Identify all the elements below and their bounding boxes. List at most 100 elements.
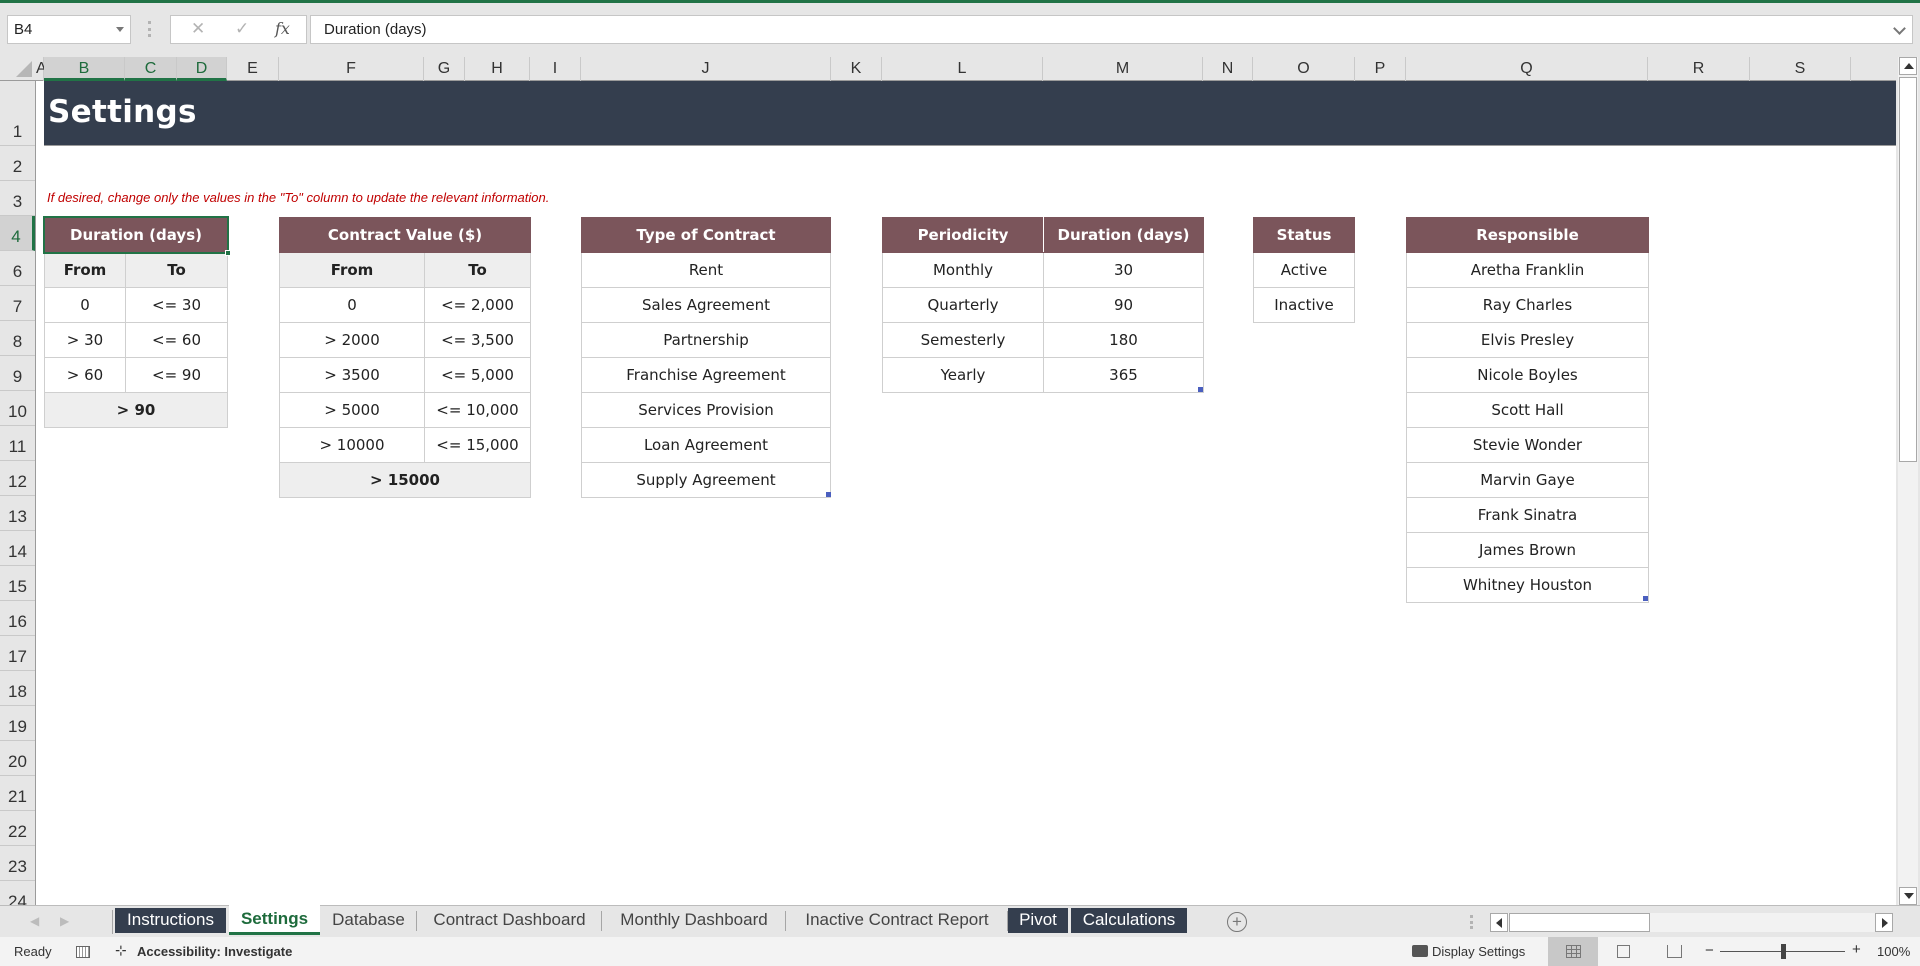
column-header-c[interactable]: C [125, 57, 177, 81]
formula-input[interactable]: Duration (days) [310, 15, 1913, 44]
contract-value-header[interactable]: Contract Value ($) [279, 217, 531, 253]
contract-type-row-cell[interactable]: Franchise Agreement [581, 357, 831, 393]
row-header-6[interactable]: 6 [0, 251, 35, 286]
vertical-scrollbar[interactable] [1898, 57, 1918, 905]
status-row-cell[interactable]: Inactive [1253, 287, 1355, 323]
display-settings-button[interactable]: Display Settings [1432, 944, 1525, 959]
tab-inactive-contract-report[interactable]: Inactive Contract Report [786, 906, 1008, 935]
column-header-j[interactable]: J [581, 57, 831, 81]
contract-value-row-from[interactable]: > 5000 [279, 392, 425, 428]
scroll-up-button[interactable] [1899, 57, 1917, 75]
column-header-k[interactable]: K [831, 57, 882, 81]
horizontal-scroll-thumb[interactable] [1509, 913, 1650, 932]
duration-to-label[interactable]: To [124, 252, 229, 288]
periodicity-row-name[interactable]: Semesterly [882, 322, 1044, 358]
tab-split-handle[interactable] [1470, 915, 1473, 929]
column-header-a[interactable]: A [36, 57, 47, 81]
column-header-l[interactable]: L [882, 57, 1043, 81]
display-settings-icon[interactable] [1412, 945, 1428, 957]
column-header-q[interactable]: Q [1406, 57, 1648, 81]
contract-value-row-from[interactable]: > 10000 [279, 427, 425, 463]
macro-recording-icon[interactable] [76, 946, 90, 958]
table-resize-handle[interactable] [1643, 596, 1648, 601]
vertical-scroll-thumb[interactable] [1899, 77, 1917, 462]
duration-row-from[interactable]: > 60 [44, 357, 126, 393]
column-header-r[interactable]: R [1648, 57, 1750, 81]
row-header-3[interactable]: 3 [0, 181, 35, 216]
column-header-h[interactable]: H [465, 57, 530, 81]
expand-formula-bar-icon[interactable] [1893, 22, 1906, 35]
status-header[interactable]: Status [1253, 217, 1355, 253]
contract-type-row-cell[interactable]: Rent [581, 252, 831, 288]
duration-from-label[interactable]: From [44, 252, 126, 288]
zoom-level[interactable]: 100% [1877, 944, 1910, 959]
contract-value-row-to[interactable]: <= 3,500 [424, 322, 531, 358]
row-header-18[interactable]: 18 [0, 671, 35, 706]
duration-row-to[interactable]: <= 60 [124, 322, 229, 358]
responsible-row-cell[interactable]: Ray Charles [1406, 287, 1649, 323]
insert-function-icon[interactable]: fx [275, 19, 290, 38]
column-header-g[interactable]: G [424, 57, 465, 81]
tab-pivot[interactable]: Pivot [1008, 908, 1068, 933]
scroll-down-button[interactable] [1899, 887, 1917, 905]
contract-value-row-to[interactable]: <= 10,000 [424, 392, 531, 428]
periodicity-row-days[interactable]: 90 [1043, 287, 1204, 323]
zoom-slider-thumb[interactable] [1781, 944, 1786, 959]
next-sheet-icon[interactable]: ▶ [60, 914, 69, 928]
tab-calculations[interactable]: Calculations [1071, 908, 1187, 933]
column-header-b[interactable]: B [44, 57, 125, 81]
periodicity-row-days[interactable]: 365 [1043, 357, 1204, 393]
column-header-f[interactable]: F [279, 57, 424, 81]
responsible-row-cell[interactable]: Marvin Gaye [1406, 462, 1649, 498]
zoom-in-button[interactable]: + [1852, 941, 1861, 958]
row-header-10[interactable]: 10 [0, 391, 35, 426]
contract-type-row-cell[interactable]: Supply Agreement [581, 462, 831, 498]
duration-row-from[interactable]: 0 [44, 287, 126, 323]
contract-type-row-cell[interactable]: Partnership [581, 322, 831, 358]
periodicity-row-days[interactable]: 30 [1043, 252, 1204, 288]
responsible-row-cell[interactable]: Whitney Houston [1406, 567, 1649, 603]
column-header-n[interactable]: N [1203, 57, 1253, 81]
contract-value-row-from[interactable]: > 2000 [279, 322, 425, 358]
row-header-23[interactable]: 23 [0, 846, 35, 881]
worksheet-grid[interactable]: ABCDEFGHIJKLMNOPQRS 1 2 3 4 6 7 8 9 10 11 12 13 14 15… [0, 57, 1896, 905]
duration-row-from[interactable]: > 30 [44, 322, 126, 358]
row-header-22[interactable]: 22 [0, 811, 35, 846]
contract-value-row-from[interactable]: 0 [279, 287, 425, 323]
horizontal-scrollbar[interactable] [1490, 913, 1893, 932]
column-header-p[interactable]: P [1355, 57, 1406, 81]
periodicity-row-name[interactable]: Yearly [882, 357, 1044, 393]
contract-value-row-to[interactable]: <= 15,000 [424, 427, 531, 463]
page-break-view-button[interactable] [1648, 937, 1698, 966]
cancel-icon[interactable]: ✕ [191, 19, 205, 39]
responsible-header[interactable]: Responsible [1406, 217, 1649, 253]
row-header-7[interactable]: 7 [0, 286, 35, 321]
row-header-20[interactable]: 20 [0, 741, 35, 776]
periodicity-duration-header[interactable]: Duration (days) [1043, 217, 1204, 253]
accessibility-status[interactable]: Accessibility: Investigate [137, 944, 292, 959]
formula-bar-resize-handle[interactable] [148, 21, 151, 37]
column-header-o[interactable]: O [1253, 57, 1355, 81]
row-header-1[interactable]: 1 [0, 81, 35, 146]
previous-sheet-icon[interactable]: ◀ [30, 914, 39, 928]
accessibility-icon[interactable]: ⊹ [115, 942, 127, 959]
page-layout-view-button[interactable] [1598, 937, 1648, 966]
contract-value-row-to[interactable]: <= 2,000 [424, 287, 531, 323]
contract-value-to-label[interactable]: To [424, 252, 531, 288]
row-header-21[interactable]: 21 [0, 776, 35, 811]
row-header-16[interactable]: 16 [0, 601, 35, 636]
name-box[interactable]: B4 [7, 15, 131, 44]
contract-value-total[interactable]: > 15000 [279, 462, 531, 498]
tab-contract-dashboard[interactable]: Contract Dashboard [417, 906, 602, 935]
scroll-right-button[interactable] [1875, 913, 1893, 932]
table-resize-handle[interactable] [826, 492, 831, 497]
row-header-24[interactable]: 24 [0, 881, 35, 905]
duration-header[interactable]: Duration (days) [43, 217, 229, 253]
tab-instructions[interactable]: Instructions [115, 908, 226, 933]
select-all-button[interactable] [0, 57, 36, 81]
responsible-row-cell[interactable]: James Brown [1406, 532, 1649, 568]
column-header-m[interactable]: M [1043, 57, 1203, 81]
row-header-12[interactable]: 12 [0, 461, 35, 496]
column-header-d[interactable]: D [177, 57, 227, 81]
column-header-i[interactable]: I [530, 57, 581, 81]
